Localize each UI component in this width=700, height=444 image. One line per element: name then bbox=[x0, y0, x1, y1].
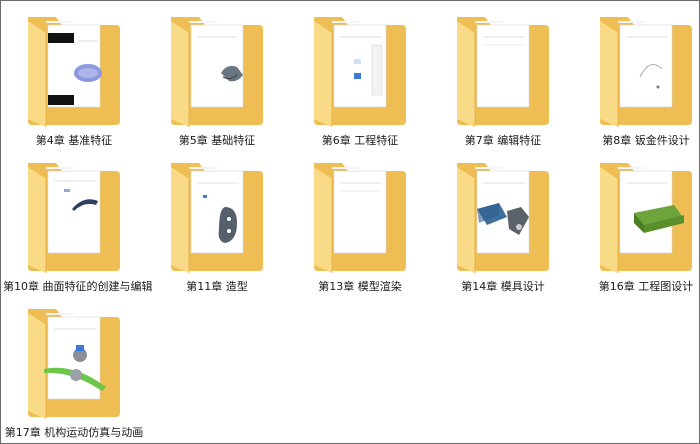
folder-label: 第4章 基准特征 bbox=[35, 134, 113, 147]
folder-label: 第13章 模型渲染 bbox=[318, 280, 402, 293]
folder-item[interactable]: 第17章 机构运动仿真与动画 bbox=[3, 303, 145, 443]
folder-label: 第10章 曲面特征的创建与编辑 bbox=[3, 280, 153, 293]
folder-item[interactable]: 第11章 造型 bbox=[146, 157, 288, 303]
folder-icon bbox=[28, 17, 120, 127]
folder-icon bbox=[171, 17, 263, 127]
folder-item[interactable]: 第13章 模型渲染 bbox=[289, 157, 431, 303]
folder-label: 第14章 模具设计 bbox=[461, 280, 545, 293]
folder-icon bbox=[457, 163, 549, 273]
folder-item[interactable]: 第10章 曲面特征的创建与编辑 bbox=[3, 157, 153, 303]
folder-icon bbox=[28, 163, 120, 273]
folder-label: 第17章 机构运动仿真与动画 bbox=[4, 426, 144, 439]
folder-icon bbox=[314, 17, 406, 127]
folder-icon bbox=[600, 163, 692, 273]
folder-item[interactable]: 第4章 基准特征 bbox=[3, 11, 145, 157]
file-explorer-window: 第4章 基准特征 第5章 基础特征 第6章 工程特征 第7章 编辑特征 第8章 … bbox=[0, 0, 700, 444]
folder-icon bbox=[600, 17, 692, 127]
folder-label: 第8章 钣金件设计 bbox=[602, 134, 690, 147]
folder-item[interactable]: 第7章 编辑特征 bbox=[432, 11, 574, 157]
folder-item[interactable]: 第6章 工程特征 bbox=[289, 11, 431, 157]
folder-icon bbox=[171, 163, 263, 273]
folder-label: 第5章 基础特征 bbox=[178, 134, 256, 147]
folder-grid: 第4章 基准特征 第5章 基础特征 第6章 工程特征 第7章 编辑特征 第8章 … bbox=[3, 11, 699, 443]
folder-item[interactable]: 第14章 模具设计 bbox=[432, 157, 574, 303]
folder-item[interactable]: 第5章 基础特征 bbox=[146, 11, 288, 157]
folder-icon bbox=[314, 163, 406, 273]
folder-label: 第6章 工程特征 bbox=[321, 134, 399, 147]
folder-item[interactable]: 第16章 工程图设计 bbox=[575, 157, 699, 303]
folder-icon bbox=[457, 17, 549, 127]
folder-label: 第16章 工程图设计 bbox=[598, 280, 694, 293]
folder-icon bbox=[28, 309, 120, 419]
folder-label: 第7章 编辑特征 bbox=[464, 134, 542, 147]
folder-label: 第11章 造型 bbox=[186, 280, 248, 293]
folder-item[interactable]: 第8章 钣金件设计 bbox=[575, 11, 699, 157]
